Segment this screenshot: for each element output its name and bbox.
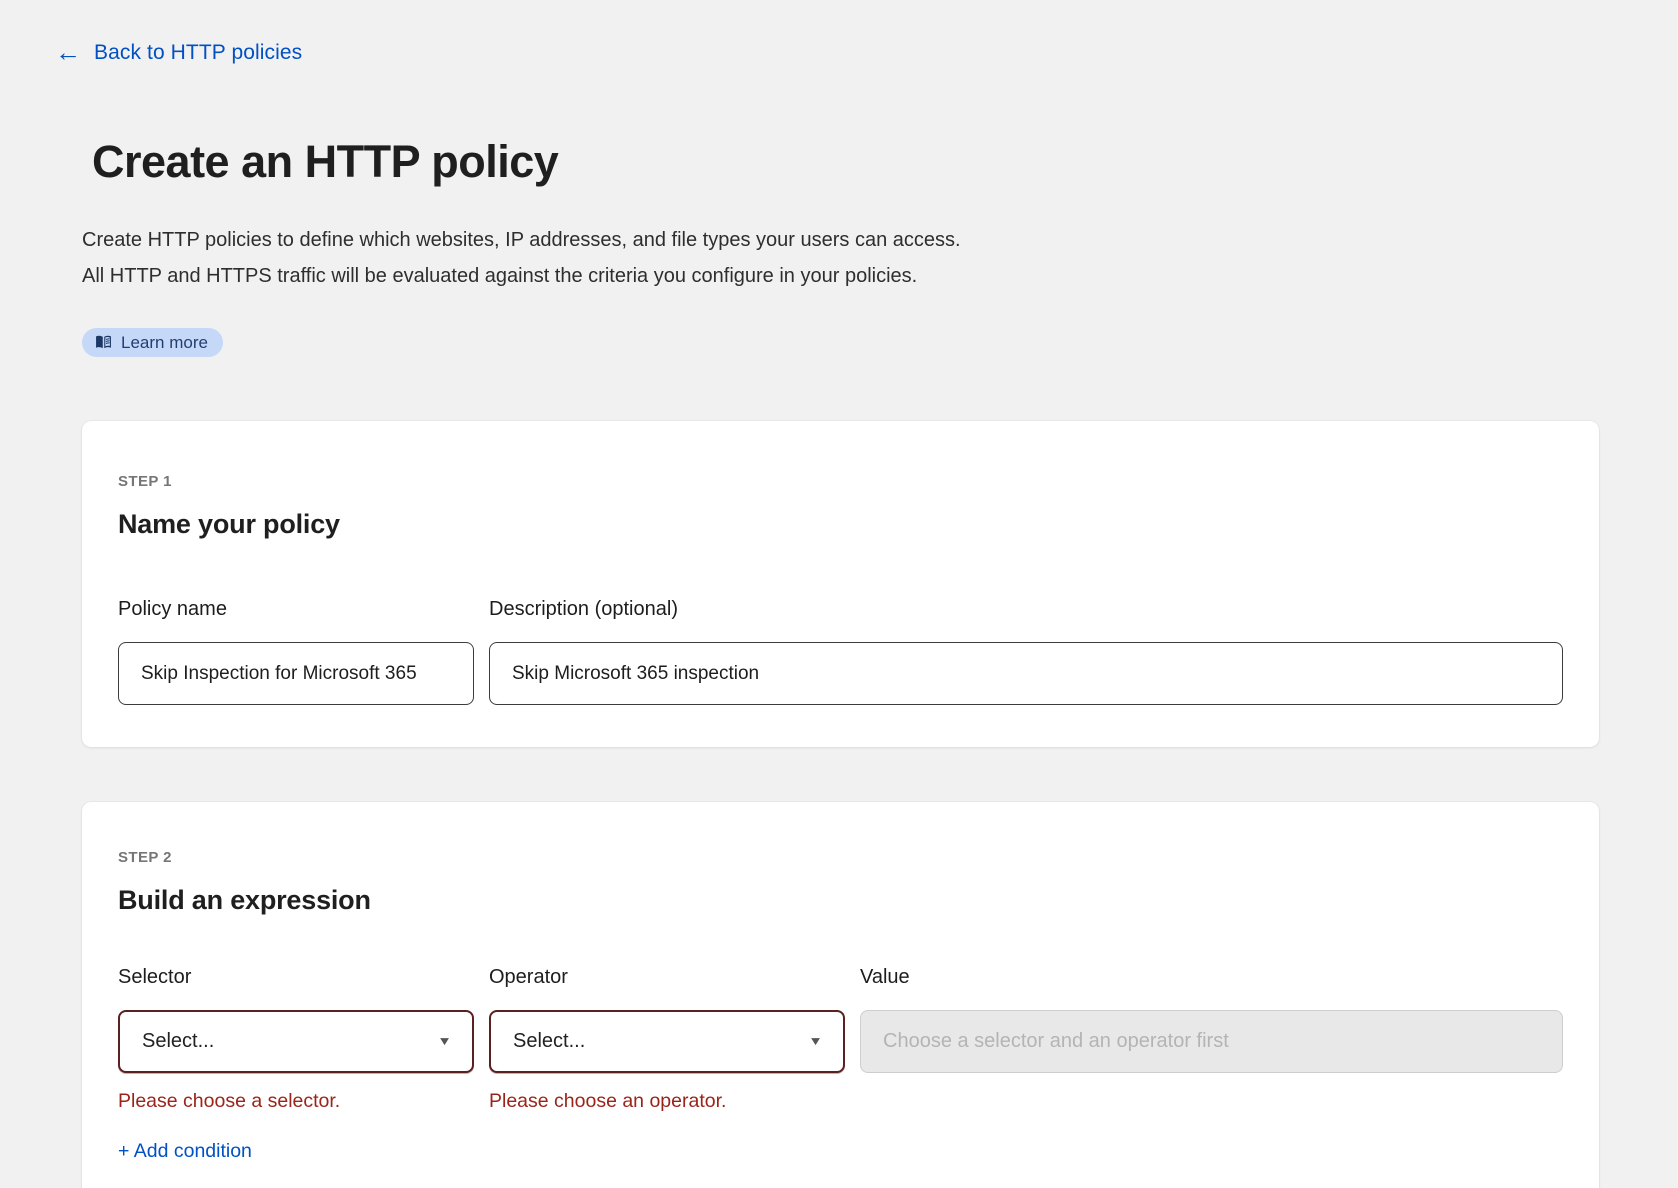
- add-condition-link[interactable]: + Add condition: [118, 1140, 252, 1163]
- operator-dropdown[interactable]: Select... ▼: [489, 1010, 845, 1073]
- policy-name-label: Policy name: [118, 598, 474, 621]
- learn-more-button[interactable]: Learn more: [82, 328, 223, 357]
- back-link[interactable]: ← Back to HTTP policies: [55, 40, 302, 66]
- policy-name-input[interactable]: [118, 642, 474, 705]
- value-input: [860, 1010, 1563, 1073]
- page-description-line-1: Create HTTP policies to define which web…: [82, 222, 1182, 258]
- description-label: Description (optional): [489, 598, 1563, 621]
- selector-dropdown-value: Select...: [142, 1030, 214, 1053]
- back-arrow-icon: ←: [55, 39, 81, 65]
- operator-label: Operator: [489, 966, 845, 989]
- page-container: ← Back to HTTP policies Create an HTTP p…: [0, 0, 1678, 1188]
- step1-card: STEP 1 Name your policy Policy name Desc…: [82, 421, 1599, 747]
- page-description: Create HTTP policies to define which web…: [82, 222, 1182, 294]
- book-icon: [95, 334, 112, 351]
- step2-card: STEP 2 Build an expression Selector Sele…: [82, 802, 1599, 1188]
- step1-fields-row: Policy name Description (optional): [118, 598, 1563, 705]
- operator-field: Operator Select... ▼ Please choose an op…: [489, 966, 845, 1163]
- operator-dropdown-value: Select...: [513, 1030, 585, 1053]
- value-label: Value: [860, 966, 1563, 989]
- step1-label: STEP 1: [118, 473, 1563, 490]
- page-title: Create an HTTP policy: [92, 136, 1599, 188]
- chevron-down-icon: ▼: [437, 1035, 452, 1049]
- page-description-line-2: All HTTP and HTTPS traffic will be evalu…: [82, 258, 1182, 294]
- description-input[interactable]: [489, 642, 1563, 705]
- selector-dropdown[interactable]: Select... ▼: [118, 1010, 474, 1073]
- description-field: Description (optional): [489, 598, 1563, 705]
- step2-heading: Build an expression: [118, 885, 1563, 916]
- selector-field: Selector Select... ▼ Please choose a sel…: [118, 966, 474, 1163]
- value-field: Value: [860, 966, 1563, 1163]
- selector-label: Selector: [118, 966, 474, 989]
- chevron-down-icon: ▼: [808, 1035, 823, 1049]
- operator-error-message: Please choose an operator.: [489, 1090, 845, 1113]
- step1-heading: Name your policy: [118, 509, 1563, 540]
- step2-label: STEP 2: [118, 849, 1563, 866]
- policy-name-field: Policy name: [118, 598, 474, 705]
- back-link-label: Back to HTTP policies: [94, 41, 302, 65]
- selector-error-message: Please choose a selector.: [118, 1090, 474, 1113]
- step2-fields-row: Selector Select... ▼ Please choose a sel…: [118, 966, 1563, 1163]
- learn-more-label: Learn more: [121, 333, 208, 353]
